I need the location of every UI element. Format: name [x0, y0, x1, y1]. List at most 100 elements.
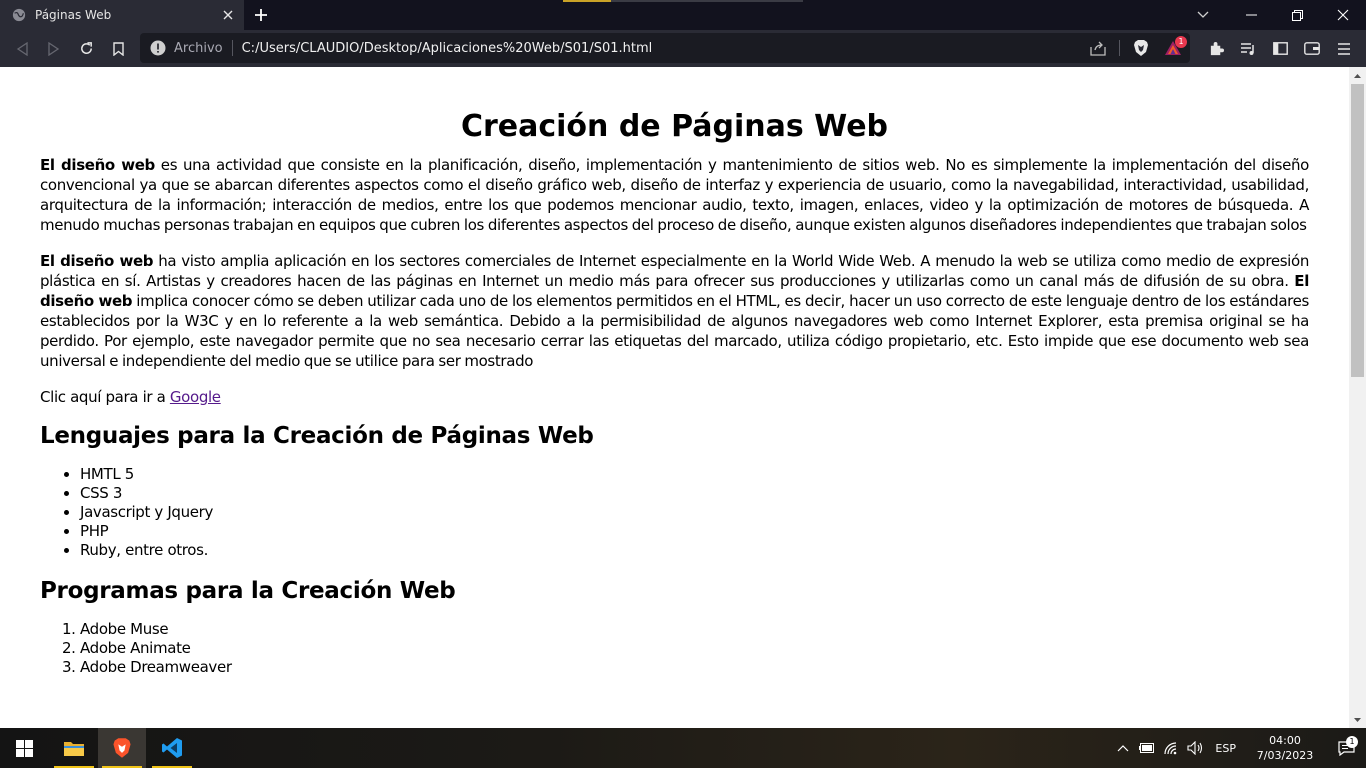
windows-logo-icon — [15, 739, 33, 757]
back-button[interactable] — [6, 33, 38, 65]
list-item: Adobe Animate — [80, 639, 1309, 658]
brave-taskbar-button[interactable] — [98, 728, 146, 768]
list-item: HMTL 5 — [80, 465, 1309, 484]
vscode-taskbar-button[interactable] — [148, 728, 196, 768]
omnibox-divider-right — [1119, 40, 1120, 56]
vertical-scrollbar[interactable] — [1349, 67, 1366, 728]
google-link-line: Clic aquí para ir a Google — [40, 387, 1309, 407]
minimize-button[interactable] — [1228, 0, 1274, 30]
browser-toolbar: Archivo C:/Users/CLAUDIO/Desktop/Aplicac… — [0, 30, 1366, 67]
brave-lion-icon — [1134, 40, 1148, 56]
new-tab-button[interactable] — [244, 0, 278, 30]
volume-button[interactable] — [1183, 728, 1207, 768]
list-item: Ruby, entre otros. — [80, 541, 1309, 560]
browser-tab[interactable]: Páginas Web — [0, 0, 244, 30]
scroll-up-arrow[interactable] — [1349, 67, 1366, 84]
reload-button[interactable] — [70, 33, 102, 65]
section-title-programs: Programas para la Creación Web — [40, 578, 456, 604]
system-tray: ESP 04:00 7/03/2023 1 — [1111, 728, 1366, 768]
folder-icon — [64, 742, 84, 756]
share-button[interactable] — [1083, 41, 1113, 56]
windows-taskbar: ESP 04:00 7/03/2023 1 — [0, 728, 1366, 768]
clock[interactable]: 04:00 7/03/2023 — [1244, 733, 1326, 763]
forward-arrow-icon — [48, 41, 60, 56]
puzzle-icon — [1210, 41, 1224, 56]
restore-button[interactable] — [1274, 0, 1320, 30]
wifi-button[interactable] — [1159, 728, 1183, 768]
page-viewport: Creación de Páginas Web El diseño web es… — [0, 67, 1349, 728]
battery-button[interactable] — [1135, 728, 1159, 768]
tab-title: Páginas Web — [35, 8, 112, 22]
vscode-icon — [162, 738, 182, 758]
back-arrow-icon — [16, 41, 28, 56]
start-button[interactable] — [0, 728, 48, 768]
globe-icon — [12, 8, 26, 22]
omnibox-actions: 1 — [1083, 33, 1190, 63]
file-explorer-button[interactable] — [50, 728, 98, 768]
input-language[interactable]: ESP — [1207, 742, 1244, 755]
hamburger-menu-icon — [1338, 42, 1350, 55]
tab-indicator — [563, 0, 611, 2]
address-bar[interactable]: Archivo C:/Users/CLAUDIO/Desktop/Aplicac… — [140, 33, 1190, 63]
brave-browser-icon — [113, 738, 131, 758]
speaker-icon — [1187, 741, 1202, 755]
bookmark-button[interactable] — [102, 33, 134, 65]
chevron-up-icon — [1117, 744, 1129, 751]
menu-button[interactable] — [1328, 33, 1360, 65]
minimize-icon — [1245, 14, 1257, 16]
extensions-button[interactable] — [1200, 33, 1232, 65]
paragraph-1: El diseño web es una actividad que consi… — [40, 155, 1309, 235]
site-info-icon[interactable] — [150, 40, 166, 56]
plus-icon — [255, 9, 267, 21]
playlist-button[interactable] — [1232, 33, 1264, 65]
toolbar-right — [1200, 30, 1360, 67]
notification-center-button[interactable]: 1 — [1326, 735, 1366, 756]
tab-indicator-track — [611, 0, 803, 2]
paragraph-text: implica conocer cómo se deben utilizar c… — [40, 292, 1310, 370]
scroll-down-arrow[interactable] — [1349, 711, 1366, 728]
wallet-icon — [1304, 42, 1320, 55]
tab-search-button[interactable] — [1190, 0, 1216, 30]
clock-time: 04:00 — [1269, 734, 1301, 747]
bookmark-icon — [112, 41, 124, 56]
list-item: Javascript y Jquery — [80, 503, 1309, 522]
list-item: CSS 3 — [80, 484, 1309, 503]
close-tab-icon[interactable] — [220, 7, 236, 23]
url-text[interactable]: C:/Users/CLAUDIO/Desktop/Aplicaciones%20… — [242, 41, 653, 56]
close-icon — [1337, 9, 1349, 21]
page-content: Creación de Páginas Web El diseño web es… — [0, 107, 1349, 677]
window-controls — [1197, 0, 1366, 30]
bold-term: El diseño web — [40, 156, 155, 174]
show-hidden-icons-button[interactable] — [1111, 728, 1135, 768]
restore-icon — [1291, 9, 1303, 21]
paragraph-text: ha visto amplia aplicación en los sector… — [40, 252, 1309, 290]
forward-button[interactable] — [38, 33, 70, 65]
list-item: Adobe Dreamweaver — [80, 658, 1309, 677]
sidebar-icon — [1272, 42, 1288, 55]
list-item: PHP — [80, 522, 1309, 541]
brave-rewards-button[interactable]: 1 — [1156, 36, 1190, 56]
playlist-icon — [1241, 42, 1254, 55]
notification-count-badge: 1 — [1346, 735, 1358, 748]
page-title: Creación de Páginas Web — [460, 109, 889, 144]
paragraph-text: es una actividad que consiste en la plan… — [40, 156, 1309, 234]
paragraph-2: El diseño web ha visto amplia aplicación… — [40, 251, 1309, 371]
battery-icon — [1139, 743, 1155, 753]
url-scheme-label: Archivo — [174, 40, 223, 56]
triangle-up-icon — [1354, 73, 1361, 78]
languages-list: HMTL 5CSS 3Javascript y JqueryPHPRuby, e… — [40, 465, 1309, 560]
link-prefix: Clic aquí para ir a — [40, 388, 170, 406]
brave-shields-button[interactable] — [1126, 39, 1156, 57]
wifi-icon — [1164, 742, 1177, 755]
wallet-button[interactable] — [1296, 33, 1328, 65]
close-window-button[interactable] — [1320, 0, 1366, 30]
section-title-languages: Lenguajes para la Creación de Páginas We… — [40, 423, 594, 449]
chevron-down-icon — [1197, 11, 1209, 18]
sidebar-button[interactable] — [1264, 33, 1296, 65]
google-link[interactable]: Google — [170, 388, 221, 406]
tab-strip: Páginas Web — [0, 0, 1366, 30]
scrollbar-thumb[interactable] — [1351, 84, 1364, 377]
rewards-badge: 1 — [1175, 36, 1187, 48]
clock-date: 7/03/2023 — [1256, 749, 1314, 762]
programs-list: Adobe MuseAdobe AnimateAdobe Dreamweaver — [40, 620, 1309, 677]
